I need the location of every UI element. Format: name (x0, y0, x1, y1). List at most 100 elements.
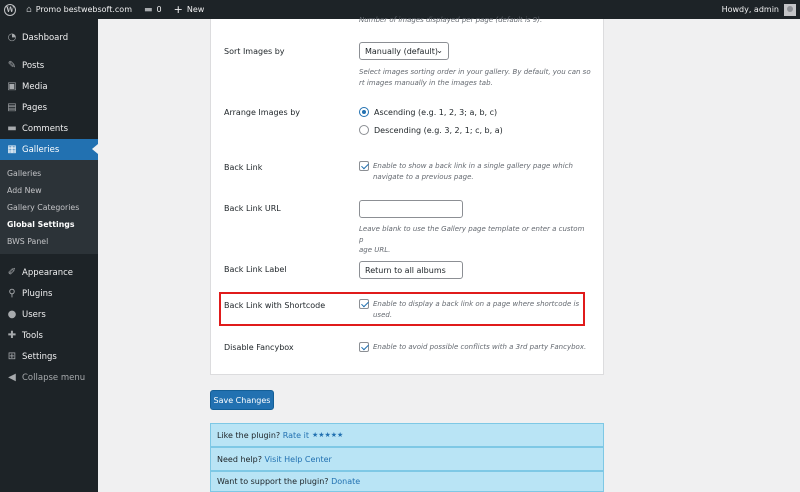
brush-icon: ✐ (7, 267, 17, 278)
site-name-link[interactable]: ⌂ Promo bestwebsoft.com (20, 0, 138, 19)
sort-images-select[interactable]: Manually (default) ⌄ (359, 42, 449, 60)
comments-count: 0 (156, 5, 162, 14)
back-link-checkbox[interactable] (359, 161, 369, 171)
help-notice: Need help? Visit Help Center (210, 447, 604, 471)
back-link-text-label: Back Link Label (224, 265, 287, 274)
shortcode-back-link-label: Back Link with Shortcode (224, 301, 326, 310)
back-link-url-label: Back Link URL (224, 204, 281, 213)
save-changes-button[interactable]: Save Changes (210, 390, 274, 410)
disable-fancybox-checkbox[interactable] (359, 342, 369, 352)
sidebar-item-label: Settings (22, 351, 57, 362)
galleries-submenu: Galleries Add New Gallery Categories Glo… (0, 160, 98, 254)
back-link-url-input[interactable] (359, 200, 463, 218)
admin-sidebar: ◔ Dashboard ✎ Posts ▣ Media ▤ Pages ▬ Co… (0, 19, 98, 492)
settings-panel: Number of images displayed per page (def… (210, 16, 604, 375)
sidebar-item-label: Plugins (22, 288, 53, 299)
submenu-gallery-categories[interactable]: Gallery Categories (0, 199, 98, 216)
back-link-text-input[interactable]: Return to all albums (359, 261, 463, 279)
comment-bubble-icon: ▬ (144, 4, 153, 15)
sidebar-item-users[interactable]: ● Users (0, 304, 98, 325)
wrench-icon: ✚ (7, 330, 17, 341)
notice-text: Like the plugin? (217, 430, 281, 440)
avatar (784, 3, 796, 16)
wordpress-logo-icon[interactable]: W (0, 0, 20, 19)
sidebar-item-comments[interactable]: ▬ Comments (0, 118, 98, 139)
back-link-label: Back Link (224, 163, 263, 172)
sidebar-item-label: Tools (22, 330, 43, 341)
submenu-galleries[interactable]: Galleries (0, 165, 98, 182)
ascending-option[interactable]: Ascending (e.g. 1, 2, 3; a, b, c) (359, 107, 497, 117)
rating-stars-icon[interactable]: ★★★★★ (312, 431, 343, 439)
description-line: Enable to show a back link in a single g… (373, 162, 573, 170)
back-link-url-description: Leave blank to use the Gallery page temp… (359, 224, 591, 256)
shortcode-back-link-checkbox[interactable] (359, 299, 369, 309)
sidebar-item-label: Pages (22, 102, 48, 113)
sidebar-item-label: Dashboard (22, 32, 69, 43)
sidebar-item-settings[interactable]: ⊞ Settings (0, 346, 98, 367)
sidebar-item-label: Galleries (22, 144, 60, 155)
help-center-link[interactable]: Visit Help Center (265, 455, 332, 464)
howdy-text: Howdy, admin (721, 5, 779, 14)
ascending-label: Ascending (e.g. 1, 2, 3; a, b, c) (374, 107, 498, 117)
notice-text: Want to support the plugin? (217, 477, 329, 486)
users-icon: ● (7, 309, 17, 320)
sidebar-item-plugins[interactable]: ⚲ Plugins (0, 283, 98, 304)
collapse-arrow-icon: ◀ (8, 372, 16, 383)
submenu-add-new[interactable]: Add New (0, 182, 98, 199)
sidebar-item-tools[interactable]: ✚ Tools (0, 325, 98, 346)
descending-option[interactable]: Descending (e.g. 3, 2, 1; c, b, a) (359, 125, 503, 135)
sidebar-item-dashboard[interactable]: ◔ Dashboard (0, 27, 98, 48)
shortcode-back-link-description: Enable to display a back link on a page … (373, 299, 593, 320)
description-line: Leave blank to use the Gallery page temp… (359, 225, 585, 244)
description-line: rt images manually in the images tab. (359, 78, 493, 87)
sidebar-item-label: Comments (22, 123, 69, 134)
sidebar-item-appearance[interactable]: ✐ Appearance (0, 262, 98, 283)
donate-link[interactable]: Donate (331, 477, 360, 486)
rate-it-link[interactable]: Rate it (283, 431, 309, 440)
sidebar-item-posts[interactable]: ✎ Posts (0, 55, 98, 76)
description-line: Enable to display a back link on a page … (373, 300, 580, 308)
pin-icon: ✎ (7, 60, 17, 71)
sort-images-value: Manually (default) (365, 46, 438, 56)
description-line: age URL. (359, 246, 391, 254)
plus-icon: + (173, 3, 183, 16)
back-link-description: Enable to show a back link in a single g… (373, 161, 593, 182)
sidebar-item-label: Media (22, 81, 48, 92)
pages-icon: ▤ (7, 102, 17, 113)
submenu-bws-panel[interactable]: BWS Panel (0, 233, 98, 250)
plugin-icon: ⚲ (8, 288, 16, 299)
sidebar-item-label: Users (22, 309, 46, 320)
submenu-global-settings[interactable]: Global Settings (0, 216, 98, 233)
sidebar-item-label: Appearance (22, 267, 74, 278)
ascending-radio[interactable] (359, 107, 369, 117)
collapse-menu-button[interactable]: ◀ Collapse menu (0, 367, 98, 388)
support-notice: Want to support the plugin? Donate (210, 471, 604, 492)
description-line: Select images sorting order in your gall… (359, 68, 591, 76)
new-content-link[interactable]: + New (168, 0, 211, 19)
site-name: Promo bestwebsoft.com (35, 5, 132, 14)
collapse-label: Collapse menu (22, 372, 86, 383)
comments-link[interactable]: ▬ 0 (138, 0, 168, 19)
disable-fancybox-label: Disable Fancybox (224, 343, 294, 352)
sidebar-item-media[interactable]: ▣ Media (0, 76, 98, 97)
sidebar-item-galleries[interactable]: ▦ Galleries (0, 139, 98, 160)
account-menu[interactable]: Howdy, admin (722, 0, 796, 19)
descending-radio[interactable] (359, 125, 369, 135)
notice-text: Need help? (217, 454, 262, 464)
disable-fancybox-description: Enable to avoid possible conflicts with … (373, 343, 587, 351)
chevron-down-icon: ⌄ (436, 46, 443, 55)
sidebar-item-pages[interactable]: ▤ Pages (0, 97, 98, 118)
media-icon: ▣ (7, 81, 17, 92)
arrange-images-label: Arrange Images by (224, 108, 301, 117)
dashboard-icon: ◔ (7, 32, 17, 43)
description-line: navigate to a previous page. (373, 172, 474, 181)
descending-label: Descending (e.g. 3, 2, 1; c, b, a) (374, 125, 503, 135)
sidebar-item-label: Posts (22, 60, 45, 71)
rate-plugin-notice: Like the plugin? Rate it ★★★★★ (210, 423, 604, 447)
description-line: used. (373, 310, 393, 319)
sort-images-description: Select images sorting order in your gall… (359, 67, 591, 88)
sort-images-label: Sort Images by (224, 47, 285, 56)
settings-icon: ⊞ (7, 351, 17, 362)
new-label: New (186, 5, 205, 14)
images-per-page-description: Number of images displayed per page (def… (359, 16, 543, 24)
